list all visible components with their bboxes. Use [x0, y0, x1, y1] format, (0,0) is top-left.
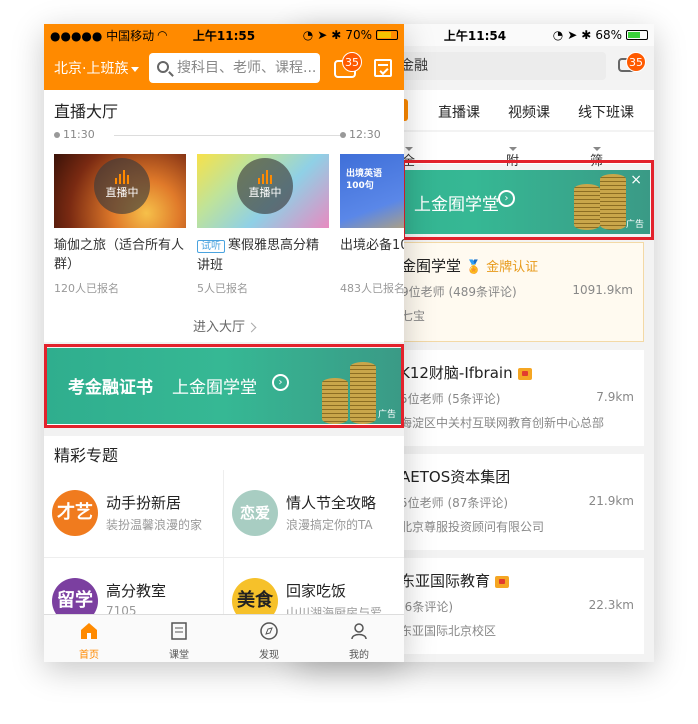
- topic-title: 高分教室: [106, 582, 167, 600]
- profile-icon: [351, 623, 367, 640]
- bluetooth-icon: ✱: [581, 28, 592, 42]
- caret-down-icon: [131, 66, 140, 72]
- city-selector[interactable]: 北京·上班族: [54, 58, 140, 78]
- org-distance: 1091.9km: [572, 283, 633, 297]
- live-bars-icon: [237, 170, 293, 184]
- org-stats: 5位老师 (87条评论): [400, 496, 509, 510]
- org-name: 东亚国际教育: [400, 572, 491, 590]
- card-count: 5人已报名: [197, 282, 248, 295]
- live-bars-icon: [94, 170, 150, 184]
- topic-item[interactable]: 才艺 动手扮新居 装扮温馨浪漫的家: [44, 470, 224, 558]
- bottom-tab-bar: 首页 课堂 发现 我的: [44, 614, 404, 662]
- battery-icon: [376, 30, 398, 40]
- timeline: 11:30 12:30: [54, 128, 394, 142]
- search-icon: [157, 61, 169, 73]
- org-stats: 5位老师 (5条评论): [400, 392, 501, 406]
- gold-badge: 🏅 金牌认证: [465, 260, 539, 275]
- org-address: 北京尊服投资顾问有限公司: [400, 520, 545, 534]
- trial-tag: 试听: [197, 240, 225, 253]
- enter-hall-link[interactable]: 进入大厅: [44, 316, 404, 335]
- alarm-icon: ◔: [552, 28, 564, 42]
- battery-percent: 70%: [345, 28, 372, 42]
- topic-subtitle: 浪漫搞定你的TA: [286, 518, 373, 532]
- alarm-icon: ◔: [302, 28, 314, 42]
- org-name: 金囿学堂: [401, 257, 462, 275]
- org-distance: 21.9km: [588, 494, 634, 508]
- live-thumbnail: 出境英语 100句: [340, 154, 404, 228]
- tab-mine[interactable]: 我的: [314, 615, 404, 662]
- search-input[interactable]: 搜科目、老师、课程...: [149, 53, 320, 83]
- status-bar: ●●●●● 中国移动 ◠ 上午11:55 ◔ ➤ ✱ 70%: [44, 24, 404, 46]
- live-card[interactable]: 直播中 试听 寒假雅思高分精讲班 5人已报名: [197, 154, 329, 296]
- card-count: 483人已报名: [340, 282, 404, 295]
- org-address: 七宝: [401, 309, 426, 323]
- topic-icon: 恋爱: [232, 490, 278, 536]
- org-address: 东亚国际北京校区: [400, 624, 497, 638]
- classroom-icon: [171, 622, 187, 640]
- tab-classroom[interactable]: 课堂: [134, 615, 224, 662]
- org-name: K12财脑-Ifbrain: [400, 364, 513, 382]
- thumb-caption: 出境英语 100句: [346, 169, 383, 191]
- filter-nearby[interactable]: 附近: [506, 141, 519, 188]
- live-status-badge: 直播中: [94, 158, 150, 214]
- battery-percent: 68%: [595, 28, 622, 42]
- live-thumbnail: 直播中: [197, 154, 329, 228]
- carrier-signal: ●●●●● 中国移动: [50, 28, 155, 43]
- crown-icon: [517, 367, 532, 380]
- tab-video-class[interactable]: 视频课: [508, 102, 550, 122]
- discover-icon: [260, 622, 278, 640]
- crown-icon: [495, 575, 510, 588]
- card-title: 出境必备10: [340, 238, 404, 253]
- live-card[interactable]: 出境英语 100句 出境必备10 483人已报名: [340, 154, 404, 296]
- location-icon: ➤: [567, 28, 578, 42]
- tab-discover[interactable]: 发现: [224, 615, 314, 662]
- search-placeholder: 搜科目、老师、课程...: [177, 60, 317, 76]
- tab-live-class[interactable]: 直播课: [438, 102, 480, 122]
- calendar-icon[interactable]: [374, 59, 392, 77]
- org-distance: 7.9km: [596, 390, 634, 404]
- org-stats: 9位老师 (489条评论): [401, 285, 517, 299]
- highlight-box: [402, 160, 654, 240]
- filter-screen[interactable]: 筛选: [590, 141, 603, 188]
- topic-title: 回家吃饭: [286, 582, 347, 600]
- battery-icon: [626, 30, 648, 40]
- org-address: 海淀区中关村互联网教育创新中心总部: [400, 416, 605, 430]
- live-hall-title: 直播大厅: [54, 102, 119, 121]
- chevron-right-icon: [246, 322, 257, 333]
- live-status-badge: 直播中: [237, 158, 293, 214]
- live-thumbnail: 直播中: [54, 154, 186, 228]
- bluetooth-icon: ✱: [331, 28, 342, 42]
- location-icon: ➤: [317, 28, 328, 42]
- message-badge: 35: [626, 52, 646, 72]
- front-screen: ●●●●● 中国移动 ◠ 上午11:55 ◔ ➤ ✱ 70% 北京·上班族 搜科…: [44, 24, 404, 662]
- tab-home[interactable]: 首页: [44, 615, 134, 662]
- topic-subtitle: 装扮温馨浪漫的家: [106, 518, 203, 532]
- app-header: 北京·上班族 搜科目、老师、课程... 35: [44, 46, 404, 90]
- topic-item[interactable]: 恋爱 情人节全攻略 浪漫搞定你的TA: [224, 470, 404, 558]
- highlight-box: [44, 344, 404, 428]
- card-title: 瑜伽之旅（适合所有人群）: [54, 238, 185, 272]
- topic-title: 情人节全攻略: [286, 494, 377, 512]
- divider: [44, 428, 404, 436]
- live-card[interactable]: 直播中 瑜伽之旅（适合所有人群） 120人已报名: [54, 154, 186, 296]
- timeline-end: 12:30: [340, 128, 381, 141]
- org-distance: 22.3km: [588, 598, 634, 612]
- topics-title: 精彩专题: [54, 446, 119, 465]
- org-name: AETOS资本集团: [400, 468, 511, 486]
- message-badge: 35: [342, 52, 362, 72]
- wifi-icon: ◠: [157, 28, 168, 42]
- timeline-start: 11:30: [54, 128, 95, 141]
- card-count: 120人已报名: [54, 282, 119, 295]
- topic-title: 动手扮新居: [106, 494, 182, 512]
- org-stats: (6条评论): [400, 600, 453, 614]
- home-icon: [81, 623, 97, 639]
- tab-offline-class[interactable]: 线下班课: [578, 102, 634, 122]
- topic-icon: 才艺: [52, 490, 98, 536]
